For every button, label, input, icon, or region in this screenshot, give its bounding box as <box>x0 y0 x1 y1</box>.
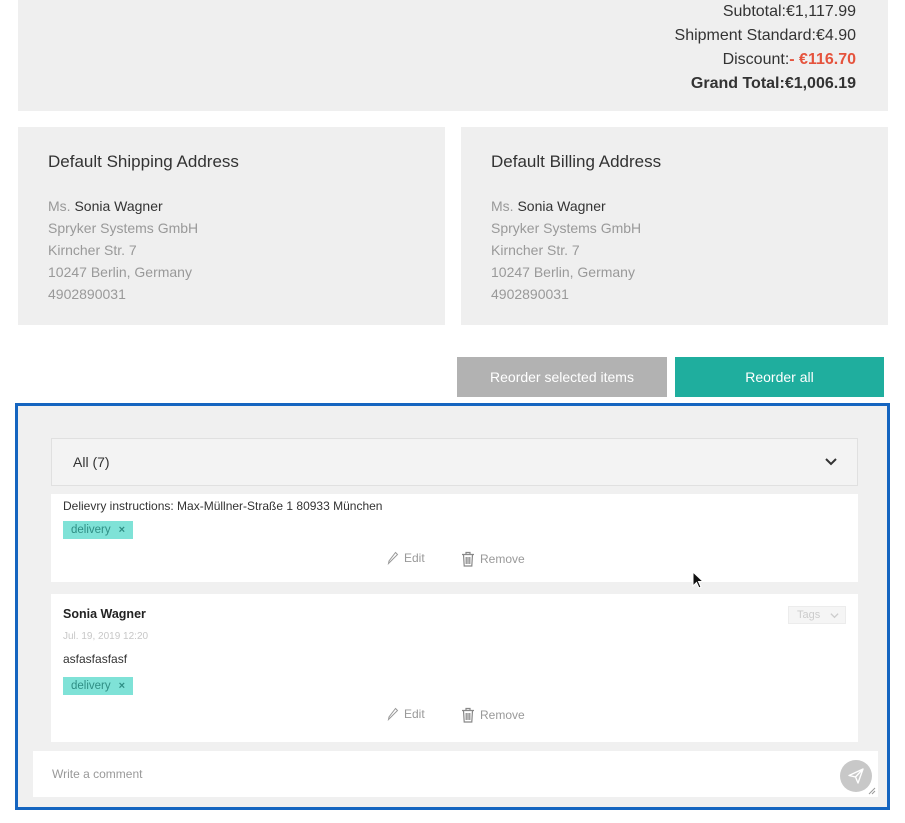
shipping-street: Kirncher Str. 7 <box>48 242 137 258</box>
send-icon <box>848 768 864 784</box>
billing-salutation: Ms. <box>491 198 514 214</box>
comments-panel: All (7) Delievry instructions: Max-Mülln… <box>15 403 890 810</box>
billing-address-lines: Ms. Sonia Wagner Spryker Systems GmbH Ki… <box>491 195 641 305</box>
billing-address-title: Default Billing Address <box>491 152 662 171</box>
discount-row: Discount:- €116.70 <box>723 51 856 69</box>
mouse-cursor-icon <box>692 571 704 589</box>
chevron-down-icon <box>825 458 837 466</box>
shipping-address-card: Default Shipping Address Ms. Sonia Wagne… <box>18 127 445 325</box>
subtotal-label: Subtotal: <box>722 3 786 20</box>
reorder-all-button[interactable]: Reorder all <box>675 357 884 397</box>
grand-total-label: Grand Total: <box>690 75 785 92</box>
shipping-address-title: Default Shipping Address <box>48 152 239 171</box>
shipment-value: €4.90 <box>815 27 856 44</box>
shipment-row: Shipment Standard:€4.90 <box>675 27 856 45</box>
shipping-phone: 4902890031 <box>48 286 126 302</box>
order-totals: Subtotal:€1,117.99 Shipment Standard:€4.… <box>18 0 888 111</box>
comment-filter-label: All (7) <box>73 454 110 470</box>
remove-tag-icon[interactable]: × <box>119 680 125 692</box>
comment-tag-label: delivery <box>71 680 111 692</box>
comment-text: asfasfasfasf <box>63 652 128 666</box>
shipping-address-lines: Ms. Sonia Wagner Spryker Systems GmbH Ki… <box>48 195 198 305</box>
discount-label: Discount: <box>722 51 790 68</box>
comment-text: Delievry instructions: Max-Müllner-Straß… <box>63 499 383 513</box>
pencil-icon <box>387 551 399 565</box>
comment-tag: delivery × <box>63 521 134 539</box>
edit-label: Edit <box>404 551 425 565</box>
resize-handle-icon[interactable] <box>868 787 876 795</box>
comment-tag-label: delivery <box>71 524 111 536</box>
trash-icon <box>462 707 474 723</box>
comment-item: Delievry instructions: Max-Müllner-Straß… <box>51 494 858 582</box>
billing-city: 10247 Berlin, Germany <box>491 264 635 280</box>
comment-item: Sonia Wagner Jul. 19, 2019 12:20 Tags as… <box>51 594 858 742</box>
grand-total-row: Grand Total:€1,006.19 <box>691 75 856 93</box>
discount-value: - €116.70 <box>789 51 856 68</box>
edit-comment-button[interactable]: Edit <box>387 551 425 565</box>
remove-label: Remove <box>480 552 525 566</box>
comment-filter-dropdown[interactable]: All (7) <box>51 438 858 486</box>
trash-icon <box>462 551 474 567</box>
billing-street: Kirncher Str. 7 <box>491 242 580 258</box>
shipment-label: Shipment Standard: <box>674 27 816 44</box>
billing-company: Spryker Systems GmbH <box>491 220 642 236</box>
reorder-selected-button[interactable]: Reorder selected items <box>457 357 667 397</box>
shipping-salutation: Ms. <box>48 198 71 214</box>
chevron-down-icon <box>830 612 839 618</box>
subtotal-value: €1,117.99 <box>786 3 856 20</box>
order-details-page: Subtotal:€1,117.99 Shipment Standard:€4.… <box>0 0 905 823</box>
billing-name-line: Ms. Sonia Wagner <box>491 195 641 217</box>
edit-comment-button[interactable]: Edit <box>387 707 425 721</box>
edit-label: Edit <box>404 707 425 721</box>
comment-author: Sonia Wagner <box>63 607 146 621</box>
tags-select-label: Tags <box>797 609 821 621</box>
remove-tag-icon[interactable]: × <box>119 524 125 536</box>
comment-input-box <box>33 751 878 797</box>
tags-select[interactable]: Tags <box>788 606 846 624</box>
pencil-icon <box>387 707 399 721</box>
shipping-name: Sonia Wagner <box>74 198 163 214</box>
billing-phone: 4902890031 <box>491 286 569 302</box>
comment-date: Jul. 19, 2019 12:20 <box>63 631 149 642</box>
billing-address-card: Default Billing Address Ms. Sonia Wagner… <box>461 127 888 325</box>
shipping-city: 10247 Berlin, Germany <box>48 264 192 280</box>
comment-input[interactable] <box>33 751 878 797</box>
grand-total-value: €1,006.19 <box>784 75 856 92</box>
billing-name: Sonia Wagner <box>517 198 606 214</box>
shipping-name-line: Ms. Sonia Wagner <box>48 195 198 217</box>
subtotal-row: Subtotal:€1,117.99 <box>723 3 856 21</box>
remove-comment-button[interactable]: Remove <box>461 707 525 723</box>
shipping-company: Spryker Systems GmbH <box>48 220 199 236</box>
comment-tag: delivery × <box>63 677 134 695</box>
remove-label: Remove <box>480 708 525 722</box>
remove-comment-button[interactable]: Remove <box>461 551 525 567</box>
